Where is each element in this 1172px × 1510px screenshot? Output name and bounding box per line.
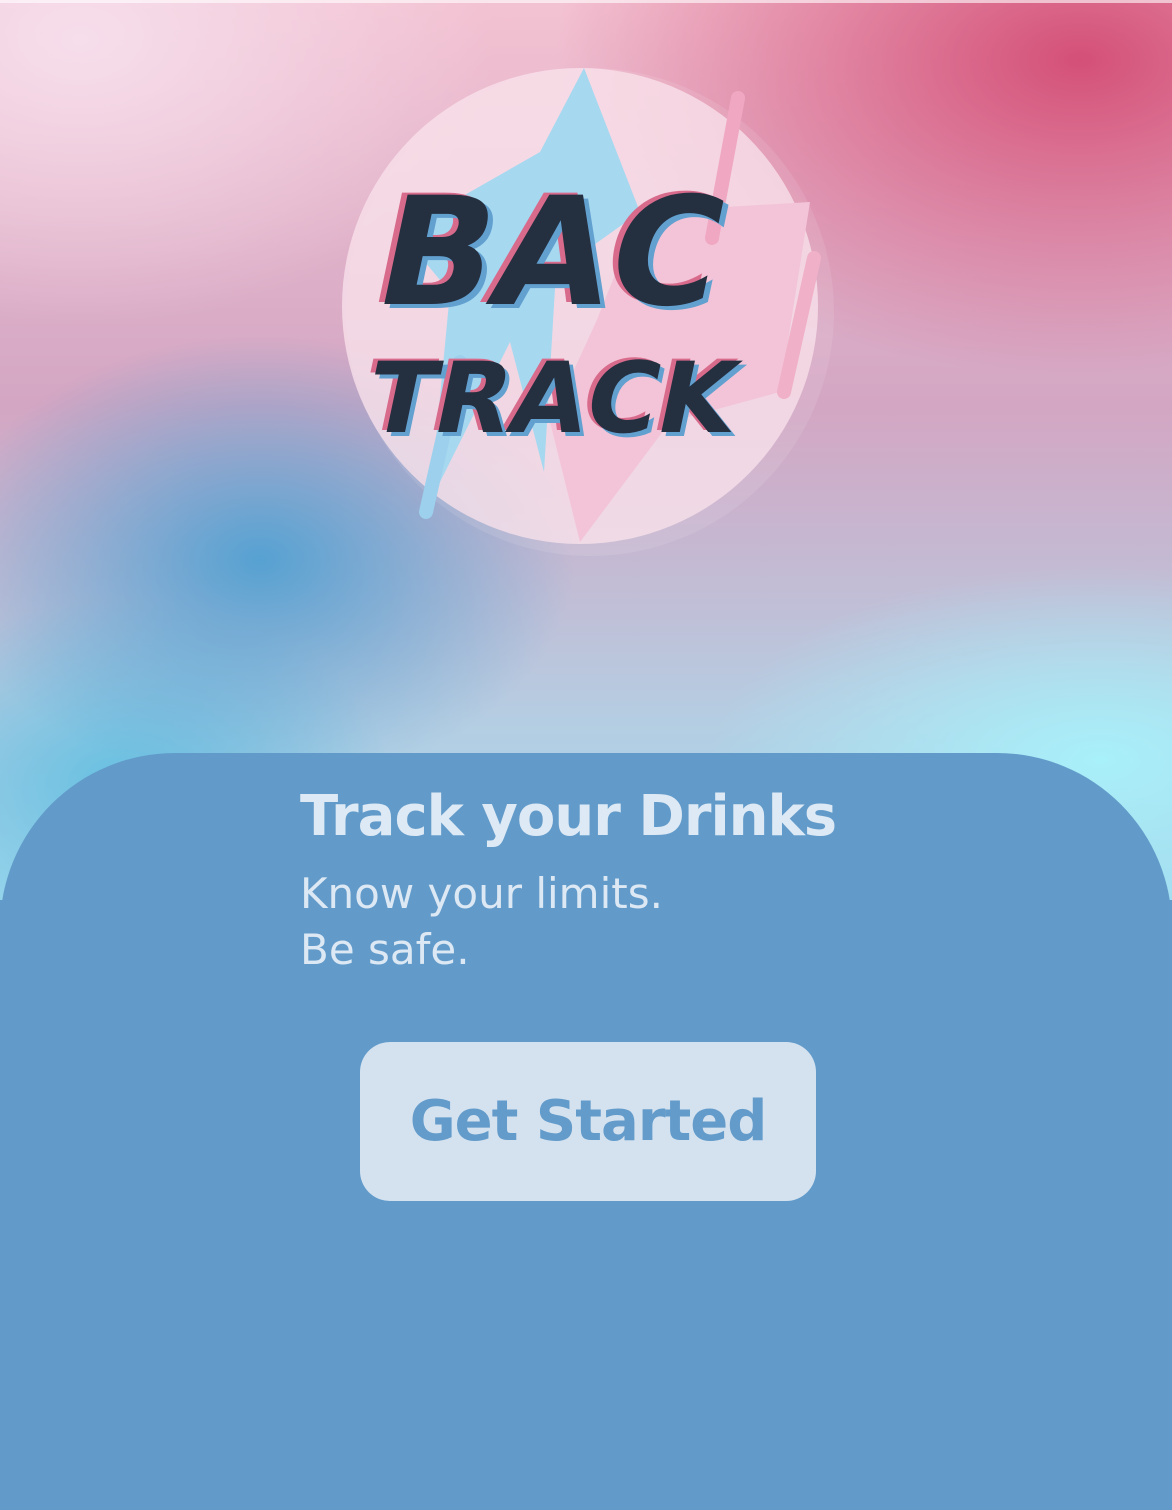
logo-graphic: BAC BAC BAC TRACK TRACK TRACK bbox=[342, 68, 834, 556]
tagline-line-2: Be safe. bbox=[300, 925, 470, 974]
bac-track-logo: BAC BAC BAC TRACK TRACK TRACK bbox=[340, 62, 840, 562]
tagline-line-1: Know your limits. bbox=[300, 869, 663, 918]
logo-text-bac: BAC bbox=[363, 165, 741, 340]
headline: Track your Drinks bbox=[300, 784, 837, 849]
logo-text-track: TRACK bbox=[357, 342, 750, 456]
get-started-button[interactable]: Get Started bbox=[360, 1042, 816, 1201]
